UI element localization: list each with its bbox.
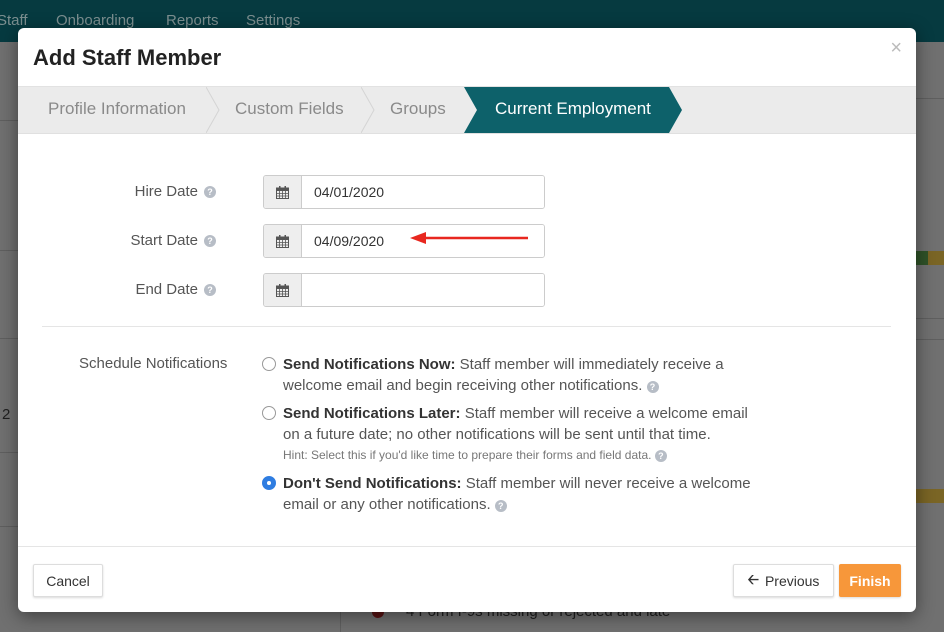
bg-status-bar-yellow [916,489,944,503]
modal-footer: Cancel 🡠 Previous Finish [18,546,916,612]
bg-divider [916,98,944,99]
hire-date-label: Hire Date ? [135,183,216,200]
bg-divider [0,120,18,121]
start-date-label: Start Date ? [130,232,216,249]
nav-item-onboarding[interactable]: Onboarding [56,12,134,29]
nav-item-staff[interactable]: Staff [0,12,28,29]
radio-button[interactable] [262,357,276,371]
calendar-icon[interactable] [264,225,302,257]
option-hint: Hint: Select this if you'd like time to … [283,445,762,465]
schedule-notifications-label: Schedule Notifications [79,355,228,372]
option-title: Don't Send Notifications: [283,475,462,492]
help-icon[interactable]: ? [494,500,507,512]
bg-status-bar-green [916,251,928,265]
step-separator-chevron [206,87,220,133]
help-icon[interactable]: ? [654,450,667,462]
start-date-label-text: Start Date [130,232,198,249]
bg-row-number: 2 [2,406,11,423]
modal-title: Add Staff Member [33,45,222,70]
previous-button[interactable]: 🡠 Previous [733,564,834,597]
radio-button[interactable] [262,406,276,420]
radio-dont-send-text: Don't Send Notifications: Staff member w… [283,473,762,515]
radio-button-checked[interactable] [262,476,276,490]
step-current-employment[interactable]: Current Employment [495,87,651,133]
end-date-picker [263,273,545,307]
bg-divider [0,338,18,339]
bg-divider [916,339,944,340]
bg-status-bar-yellow [928,251,944,265]
hire-date-picker [263,175,545,209]
nav-item-settings[interactable]: Settings [246,12,300,29]
hire-date-row: Hire Date ? [18,175,916,209]
radio-send-now-text: Send Notifications Now: Staff member wil… [283,354,762,396]
nav-item-reports[interactable]: Reports [166,12,219,29]
finish-button[interactable]: Finish [839,564,901,597]
end-date-input[interactable] [302,274,544,306]
arrow-left-icon: 🡠 [747,570,759,587]
option-hint-text: Hint: Select this if you'd like time to … [283,448,652,462]
annotation-arrow-icon [410,232,528,244]
calendar-icon[interactable] [264,176,302,208]
section-divider [42,326,891,327]
radio-dont-send[interactable]: Don't Send Notifications: Staff member w… [262,473,762,515]
radio-send-now[interactable]: Send Notifications Now: Staff member wil… [262,354,762,396]
close-button[interactable]: × [890,37,902,60]
step-profile-information[interactable]: Profile Information [48,87,186,133]
help-icon[interactable]: ? [646,381,659,393]
wizard-steps: Profile Information Custom Fields Groups… [18,87,916,134]
previous-button-label: Previous [764,572,820,589]
bg-divider [0,452,18,453]
end-date-label-text: End Date [135,281,198,298]
option-title: Send Notifications Now: [283,356,456,373]
bg-divider [916,318,944,319]
help-icon[interactable]: ? [204,234,216,247]
help-icon[interactable]: ? [204,283,216,296]
step-separator-chevron [361,87,375,133]
radio-send-later[interactable]: Send Notifications Later: Staff member w… [262,403,762,465]
end-date-label: End Date ? [135,281,216,298]
hire-date-label-text: Hire Date [134,183,198,200]
radio-send-later-text: Send Notifications Later: Staff member w… [283,403,762,465]
bg-divider [0,526,18,527]
option-title: Send Notifications Later: [283,405,461,422]
bg-divider [0,250,18,251]
end-date-row: End Date ? [18,273,916,307]
step-custom-fields[interactable]: Custom Fields [235,87,344,133]
cancel-button[interactable]: Cancel [33,564,103,597]
calendar-icon[interactable] [264,274,302,306]
step-groups[interactable]: Groups [390,87,446,133]
help-icon[interactable]: ? [204,185,216,198]
add-staff-modal: Add Staff Member × Profile Information C… [18,28,916,612]
hire-date-input[interactable] [302,176,544,208]
modal-header: Add Staff Member × [18,28,916,87]
